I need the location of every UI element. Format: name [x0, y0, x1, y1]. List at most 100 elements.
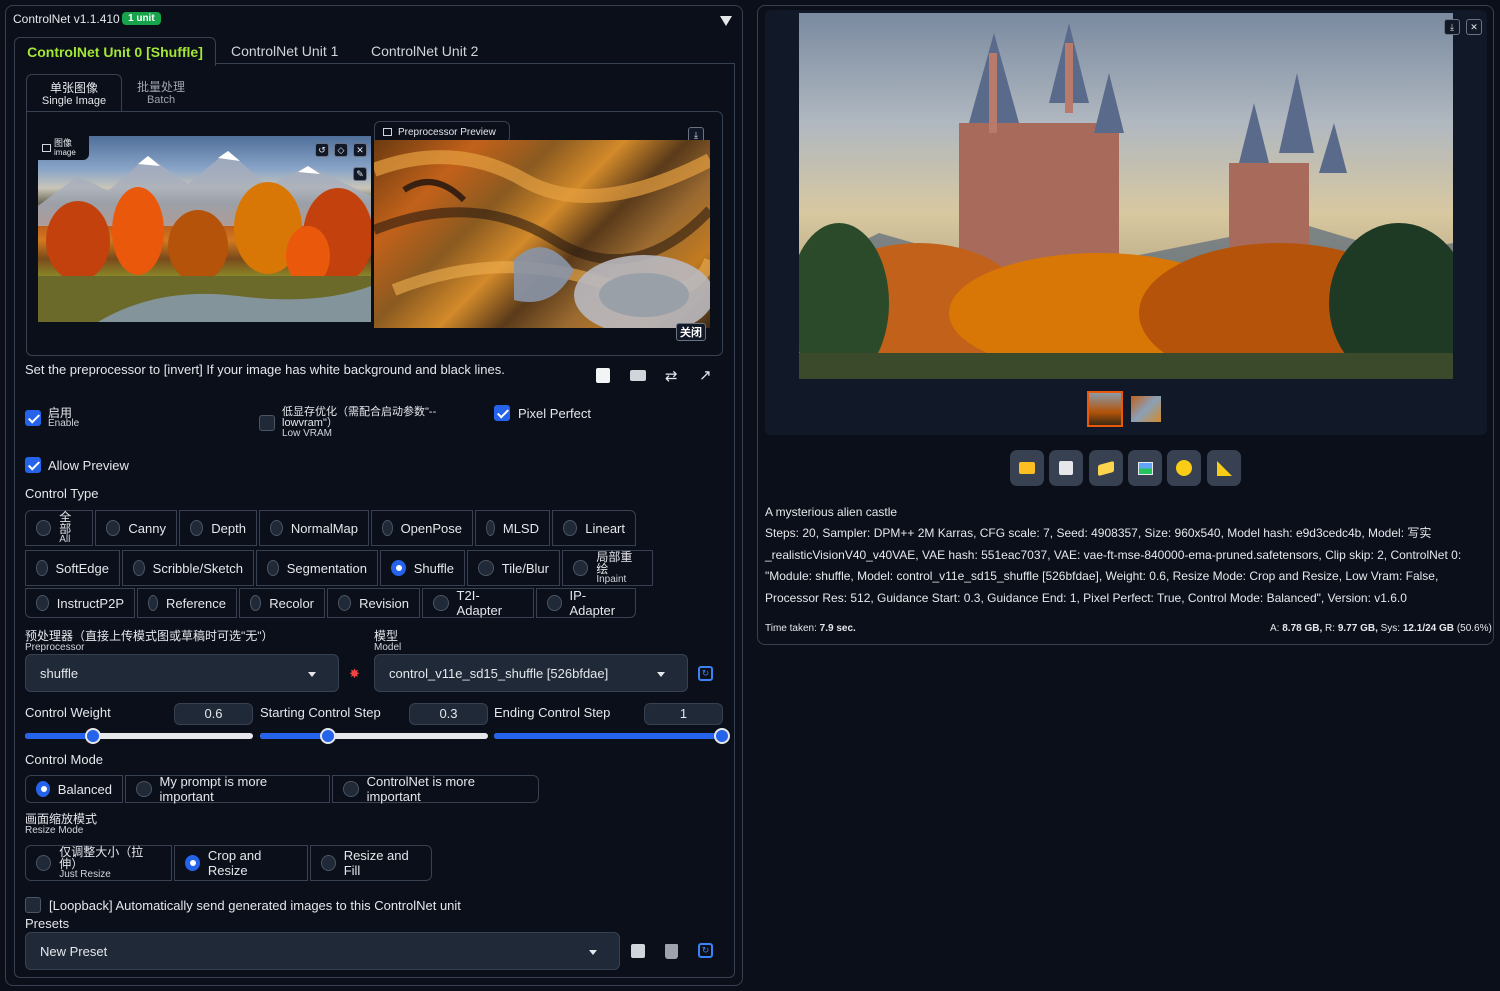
tab-single-image[interactable]: 单张图像 Single Image [26, 74, 122, 112]
control-weight-input[interactable]: 0.6 [174, 703, 253, 725]
low-vram-checkbox[interactable]: 低显存优化（需配合启动参数"-- lowvram"） Low VRAM [259, 406, 436, 439]
image-label-icon [42, 144, 51, 152]
control-weight-slider[interactable] [25, 728, 253, 744]
control-mode-controlnet[interactable]: ControlNet is more important [332, 774, 539, 804]
control-type-all[interactable]: 全部 All [25, 510, 93, 546]
control-type-reference-label: Reference [166, 595, 226, 611]
control-type-ip-adapter[interactable]: IP-Adapter [536, 588, 636, 618]
save-preset-icon[interactable] [631, 944, 645, 958]
collapse-icon[interactable] [720, 16, 732, 26]
model-dropdown[interactable]: control_v11e_sd15_shuffle [526bfdae] [374, 654, 688, 692]
thumbnail-2[interactable] [1131, 396, 1161, 422]
undo-icon[interactable]: ↺ [315, 143, 329, 157]
allow-preview-checkbox[interactable]: Allow Preview [25, 457, 129, 473]
time-taken: Time taken: 7.9 sec. [765, 623, 856, 634]
control-type-reference-radio [148, 595, 159, 611]
control-type-mlsd[interactable]: MLSD [475, 510, 550, 546]
controlnet-title[interactable]: ControlNet v1.1.410 [13, 12, 120, 26]
starting-step-slider[interactable] [260, 728, 488, 744]
control-type-t2i-adapter[interactable]: T2I-Adapter [422, 588, 534, 618]
control-type-openpose[interactable]: OpenPose [371, 510, 473, 546]
control-type-scribble-label: Scribble/Sketch [152, 560, 243, 576]
enable-checkbox[interactable]: 启用 Enable [25, 407, 79, 429]
control-type-inpaint-en: Inpaint [596, 574, 627, 585]
loopback-checkbox[interactable]: [Loopback] Automatically send generated … [25, 897, 461, 913]
source-image[interactable] [38, 136, 371, 322]
download-icon[interactable]: ⤓ [1444, 19, 1460, 35]
notepad-icon[interactable] [596, 368, 610, 383]
resize-mode-resize-fill[interactable]: Resize and Fill [310, 845, 432, 881]
preprocessor-dropdown[interactable]: shuffle [25, 654, 339, 692]
resize-mode-crop-resize[interactable]: Crop and Resize [174, 845, 308, 881]
control-type-instructp2p-radio [36, 595, 49, 611]
unit-count-badge: 1 unit [122, 12, 161, 25]
control-type-instructp2p[interactable]: InstructP2P [25, 588, 135, 618]
send-dimensions-icon[interactable]: ↗ [699, 366, 712, 384]
tab-unit-2[interactable]: ControlNet Unit 2 [371, 43, 478, 59]
loopback-label: [Loopback] Automatically send generated … [49, 897, 461, 913]
allow-preview-check-icon [25, 457, 41, 473]
control-type-normalmap-radio [270, 520, 283, 536]
delete-preset-icon[interactable] [665, 944, 678, 959]
control-type-all-en: All [59, 534, 71, 545]
output-image[interactable] [799, 13, 1453, 379]
control-type-lineart[interactable]: Lineart [552, 510, 636, 546]
enable-check-icon [25, 410, 41, 426]
refresh-models-icon[interactable]: ↻ [698, 666, 713, 681]
time-taken-value: 7.9 sec. [819, 623, 856, 634]
palette-icon[interactable] [1167, 450, 1201, 486]
control-type-recolor-label: Recolor [269, 595, 314, 611]
control-type-recolor[interactable]: Recolor [239, 588, 325, 618]
control-type-shuffle[interactable]: Shuffle [380, 550, 465, 586]
control-type-segmentation[interactable]: Segmentation [256, 550, 378, 586]
preview-image[interactable] [374, 140, 710, 328]
control-type-inpaint[interactable]: 局部重绘 Inpaint [562, 550, 653, 586]
resize-mode-just-resize[interactable]: 仅调整大小（拉伸） Just Resize [25, 845, 172, 881]
eraser-icon[interactable]: ◇ [334, 143, 348, 157]
run-preprocessor-icon[interactable]: ✸ [349, 666, 360, 682]
control-type-lineart-radio [563, 520, 578, 536]
control-type-revision[interactable]: Revision [327, 588, 420, 618]
save-icon[interactable] [1049, 450, 1083, 486]
camera-icon[interactable] [630, 370, 646, 381]
tab-unit-1[interactable]: ControlNet Unit 1 [231, 43, 338, 59]
pixel-perfect-checkbox[interactable]: Pixel Perfect [494, 405, 591, 421]
refresh-presets-icon[interactable]: ↻ [698, 943, 713, 958]
control-type-reference[interactable]: Reference [137, 588, 237, 618]
folder-icon[interactable] [1010, 450, 1044, 486]
close-icon[interactable]: ✕ [1466, 19, 1482, 35]
swap-icon[interactable]: ⇄ [665, 367, 678, 385]
control-type-softedge[interactable]: SoftEdge [25, 550, 120, 586]
presets-dropdown[interactable]: New Preset [25, 932, 620, 970]
control-type-depth[interactable]: Depth [179, 510, 257, 546]
preview-close-button[interactable]: 关闭 [676, 323, 706, 341]
image-icon[interactable] [1128, 450, 1162, 486]
clear-icon[interactable]: ✕ [353, 143, 367, 157]
control-type-all-zh: 全部 [59, 510, 72, 536]
control-type-normalmap[interactable]: NormalMap [259, 510, 369, 546]
control-mode-prompt[interactable]: My prompt is more important [125, 774, 330, 804]
brush-icon[interactable]: ✎ [353, 167, 367, 181]
control-type-openpose-radio [382, 520, 393, 536]
tab-batch[interactable]: 批量处理 Batch [137, 81, 185, 107]
control-type-tile-label: Tile/Blur [501, 560, 549, 576]
preview-image-art [374, 150, 710, 328]
control-type-canny[interactable]: Canny [95, 510, 177, 546]
control-type-shuffle-label: Shuffle [413, 560, 454, 576]
ending-step-slider[interactable] [494, 728, 730, 744]
zip-icon[interactable] [1089, 450, 1123, 486]
preprocessor-chevron-down-icon [308, 672, 316, 677]
control-type-softedge-radio [36, 560, 48, 576]
control-mode-balanced[interactable]: Balanced [25, 775, 123, 803]
thumbnail-1[interactable] [1087, 391, 1123, 427]
starting-step-input[interactable]: 0.3 [409, 703, 488, 725]
control-type-openpose-label: OpenPose [400, 520, 462, 536]
ruler-icon[interactable] [1207, 450, 1241, 486]
control-type-scribble[interactable]: Scribble/Sketch [122, 550, 254, 586]
mem-sys-value: 12.1/24 GB [1402, 623, 1455, 634]
ending-step-input[interactable]: 1 [644, 703, 723, 725]
ending-step-knob[interactable] [714, 728, 730, 744]
control-mode-label: Control Mode [25, 752, 104, 767]
control-type-tile[interactable]: Tile/Blur [467, 550, 560, 586]
tab-unit-0[interactable]: ControlNet Unit 0 [Shuffle] [14, 37, 216, 66]
